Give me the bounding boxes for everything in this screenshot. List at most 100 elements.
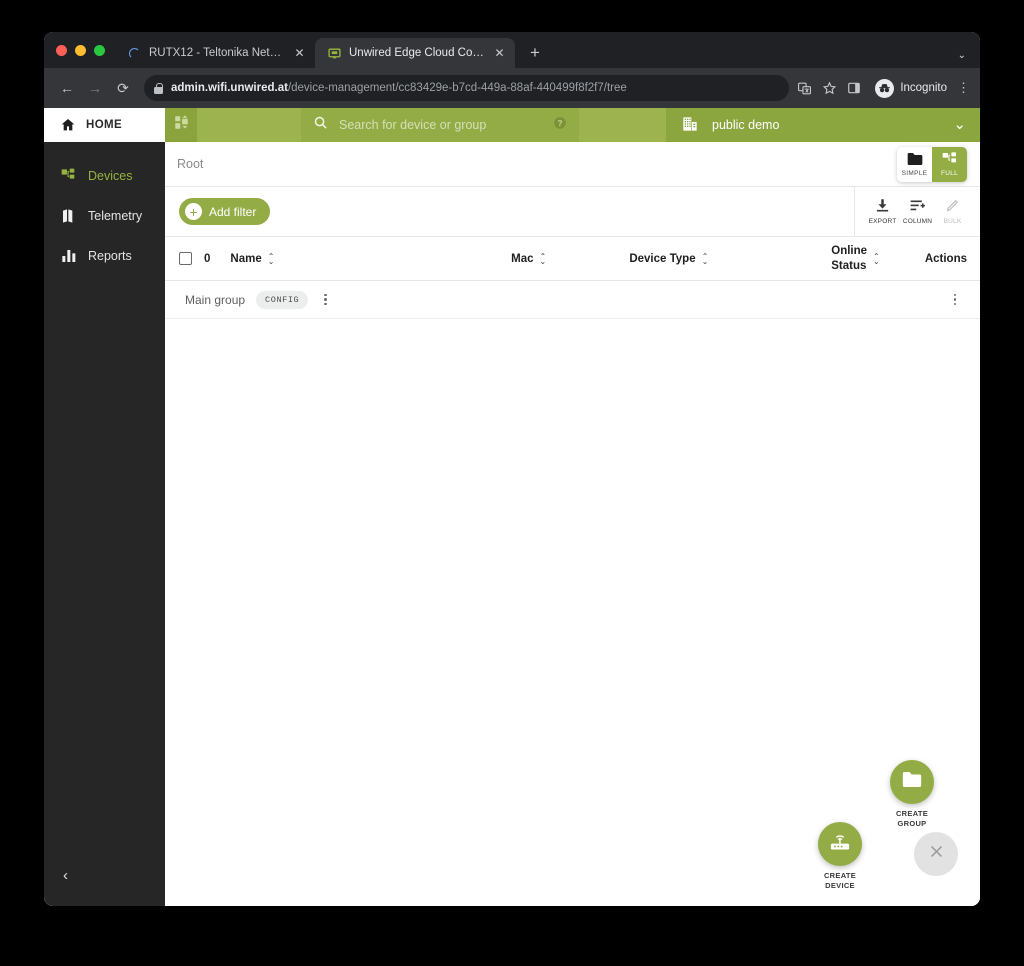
column-header-mac[interactable]: Mac ⌃ ⌄	[511, 252, 629, 266]
close-tab-2-button[interactable]: ✕	[492, 46, 507, 61]
close-fab-button[interactable]	[914, 832, 958, 876]
view-mode-simple-button[interactable]: SIMPLE	[897, 147, 932, 182]
building-icon	[682, 116, 698, 135]
export-button[interactable]: EXPORT	[865, 198, 900, 225]
new-tab-button[interactable]: +	[521, 39, 549, 67]
browser-tab-1[interactable]: RUTX12 - Teltonika Networks ✕	[115, 38, 315, 68]
sort-toggle-mac[interactable]: ⌃ ⌄	[539, 252, 547, 266]
export-label: EXPORT	[868, 218, 897, 225]
sort-desc-icon: ⌄	[539, 256, 547, 266]
browser-tab-2-title: Unwired Edge Cloud Console	[349, 47, 484, 59]
chevron-down-icon[interactable]: ⌄	[953, 117, 966, 132]
sidebar-item-devices[interactable]: Devices	[44, 156, 165, 196]
minimize-window-button[interactable]	[75, 44, 86, 56]
incognito-profile-chip[interactable]: Incognito	[875, 78, 947, 98]
create-group-label: CREATE GROUP	[895, 809, 929, 828]
row-name: Main group	[185, 292, 246, 307]
header-spacer-right	[579, 108, 666, 142]
reload-button[interactable]: ⟳	[110, 75, 136, 101]
chevron-left-icon: ‹	[63, 866, 68, 884]
address-bar[interactable]: admin.wifi.unwired.at/device-management/…	[144, 75, 790, 101]
select-all-checkbox[interactable]	[179, 252, 192, 265]
pencil-icon	[945, 198, 960, 215]
browser-tab-2[interactable]: Unwired Edge Cloud Console ✕	[315, 38, 515, 68]
table-row[interactable]: Main group CONFIG	[165, 281, 980, 319]
bar-chart-icon	[60, 248, 77, 265]
sort-toggle-name[interactable]: ⌃ ⌄	[267, 252, 275, 266]
browser-tab-1-title: RUTX12 - Teltonika Networks	[149, 47, 284, 59]
create-device-button[interactable]	[818, 822, 862, 866]
bookmark-star-icon[interactable]	[822, 81, 837, 96]
row-config-menu-icon[interactable]	[316, 291, 334, 309]
view-mode-simple-label: SIMPLE	[901, 170, 928, 177]
sidebar-home-label: HOME	[86, 119, 123, 131]
bulk-button[interactable]: BULK	[935, 198, 970, 225]
bulk-label: BULK	[943, 218, 962, 225]
table-header: 0 Name ⌃ ⌄ Mac ⌃ ⌄ Device Type ⌃ ⌄ Onlin…	[165, 237, 980, 281]
add-column-icon	[910, 198, 925, 215]
maximize-window-button[interactable]	[94, 44, 105, 56]
url-host: admin.wifi.unwired.at	[171, 82, 288, 94]
back-button[interactable]: ←	[54, 75, 80, 101]
main-content: Search for device or group ? public demo…	[165, 108, 980, 906]
add-filter-button[interactable]: + Add filter	[179, 198, 271, 225]
close-icon	[928, 843, 945, 865]
breadcrumb-bar: Root SIMPLE FULL	[165, 142, 980, 187]
close-fab-menu[interactable]	[914, 832, 958, 876]
row-actions-menu-icon[interactable]	[946, 291, 964, 309]
sidebar-item-telemetry-label: Telemetry	[88, 209, 143, 223]
search-input[interactable]: Search for device or group	[339, 118, 542, 132]
column-button[interactable]: COLUMN	[900, 198, 935, 225]
help-circle-icon[interactable]: ?	[553, 116, 567, 135]
column-label: COLUMN	[902, 218, 933, 225]
column-header-name[interactable]: Name ⌃ ⌄	[230, 252, 511, 266]
create-device-fab[interactable]: CREATE DEVICE	[818, 822, 862, 890]
sort-toggle-device-type[interactable]: ⌃ ⌄	[701, 252, 709, 266]
side-panel-icon[interactable]	[847, 81, 861, 95]
config-badge[interactable]: CONFIG	[256, 290, 309, 309]
breadcrumb[interactable]: Root	[177, 157, 203, 171]
view-mode-full-button[interactable]: FULL	[932, 147, 967, 182]
sidebar-item-reports[interactable]: Reports	[44, 236, 165, 276]
search-icon	[313, 115, 328, 135]
filter-bar: + Add filter EXPORT COLUMN BULK	[165, 187, 980, 237]
sort-toggle-online-status[interactable]: ⌃ ⌄	[873, 252, 880, 265]
browser-window: RUTX12 - Teltonika Networks ✕ Unwired Ed…	[44, 32, 980, 906]
view-mode-toggle: SIMPLE FULL	[897, 147, 967, 182]
router-icon	[829, 832, 851, 857]
column-header-device-type-label: Device Type	[629, 252, 696, 265]
close-tab-1-button[interactable]: ✕	[292, 46, 307, 61]
sidebar-nav: Devices Telemetry Reports	[44, 142, 165, 844]
download-icon	[875, 198, 890, 215]
create-group-fab[interactable]: CREATE GROUP	[890, 760, 934, 828]
selected-count: 0	[204, 252, 211, 265]
translate-icon[interactable]	[797, 81, 812, 96]
column-header-online-status[interactable]: Online Status ⌃ ⌄	[831, 244, 925, 274]
apps-grid-button[interactable]	[165, 108, 197, 142]
create-device-label: CREATE DEVICE	[823, 871, 857, 890]
add-filter-label: Add filter	[209, 204, 257, 219]
sort-desc-icon: ⌄	[701, 256, 709, 266]
sidebar-item-telemetry[interactable]: Telemetry	[44, 196, 165, 236]
sidebar-item-home[interactable]: HOME	[44, 108, 165, 142]
forward-button[interactable]: →	[82, 75, 108, 101]
global-search[interactable]: Search for device or group ?	[301, 108, 579, 142]
browser-tab-strip: RUTX12 - Teltonika Networks ✕ Unwired Ed…	[44, 32, 980, 68]
tab-list-chevron-down-icon[interactable]: ⌄	[958, 50, 966, 61]
url-text: admin.wifi.unwired.at/device-management/…	[171, 82, 627, 94]
sidebar-collapse-button[interactable]: ‹	[44, 844, 165, 906]
column-header-mac-label: Mac	[511, 252, 534, 265]
window-traffic-lights	[52, 32, 115, 68]
sort-desc-icon: ⌄	[267, 256, 275, 266]
create-group-button[interactable]	[890, 760, 934, 804]
map-icon	[60, 208, 77, 225]
column-header-device-type[interactable]: Device Type ⌃ ⌄	[629, 252, 831, 266]
incognito-avatar-icon	[875, 78, 895, 98]
browser-toolbar: ← → ⟳ admin.wifi.unwired.at/device-manag…	[44, 68, 980, 108]
devices-tree-icon	[60, 168, 77, 185]
app-header: Search for device or group ? public demo…	[165, 108, 980, 142]
close-window-button[interactable]	[56, 44, 67, 56]
organization-selector[interactable]: public demo ⌄	[666, 108, 980, 142]
floating-action-buttons: CREATE GROUP CREATE DEVICE	[808, 750, 958, 890]
browser-menu-icon[interactable]: ⋮	[957, 80, 970, 96]
